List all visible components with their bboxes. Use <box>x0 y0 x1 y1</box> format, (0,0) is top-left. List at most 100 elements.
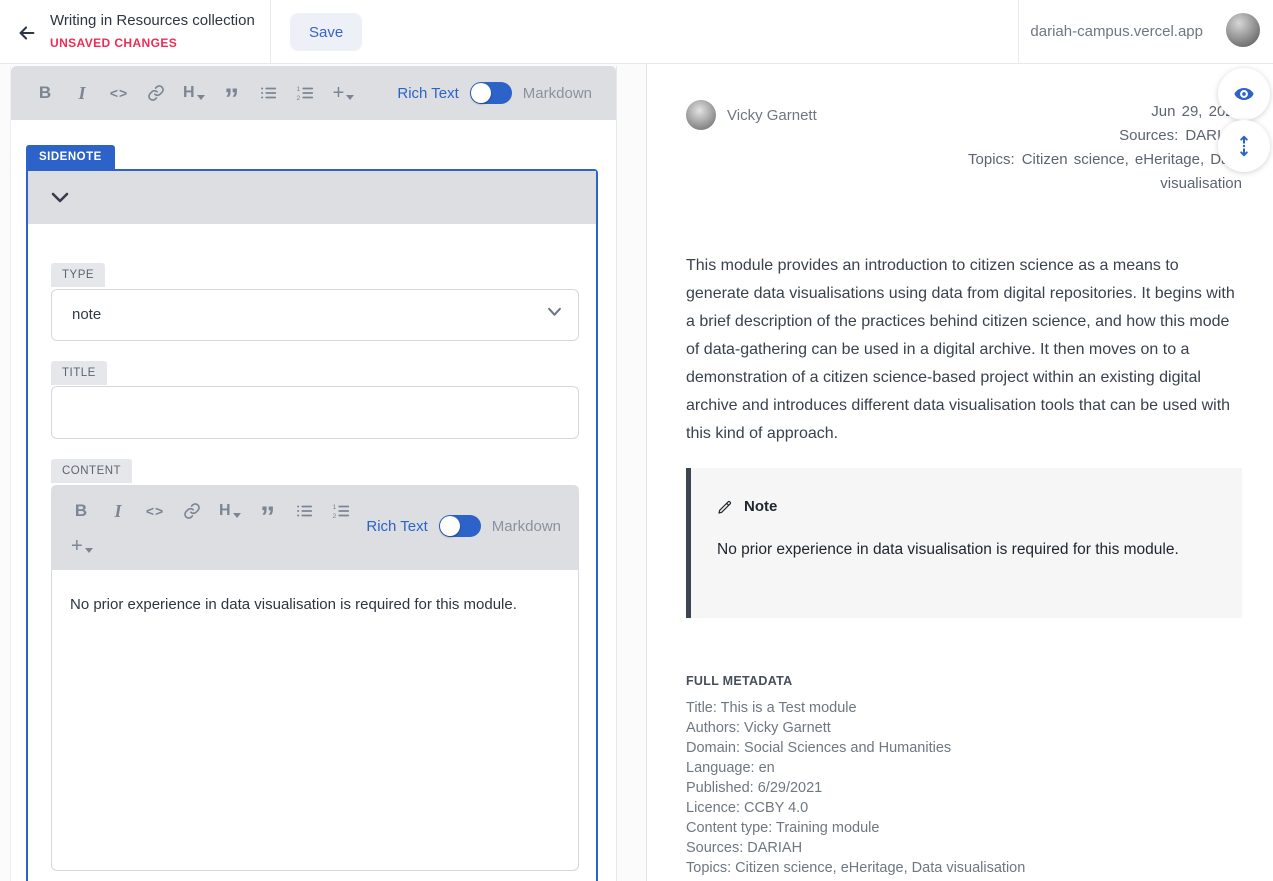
italic-button[interactable]: I <box>72 81 92 105</box>
toolbar-buttons-row: + <box>71 531 93 561</box>
pencil-icon <box>717 499 733 515</box>
editor-card: B I <> H ” 12 <box>10 66 617 881</box>
numbered-list-button[interactable]: 12 <box>332 499 352 523</box>
scroll-sync-button[interactable] <box>1218 120 1270 172</box>
metadata-row: Licence: CCBY 4.0 <box>686 798 1242 818</box>
metadata-row: Sources: DARIAH <box>686 838 1242 858</box>
metadata-row: Title: This is a Test module <box>686 698 1242 718</box>
topics-label: Topics: <box>968 151 1015 168</box>
body-editor-toolbar: B I <> H ” 12 <box>11 66 616 120</box>
preview-pane: Vicky Garnett Jun 29, 2021 Sources:DARIA… <box>648 64 1273 881</box>
heading-button[interactable]: H <box>219 499 241 523</box>
editor-mode-control: Rich Text Markdown <box>397 82 592 104</box>
metadata-heading: FULL METADATA <box>686 674 1242 688</box>
metadata-rows: Title: This is a Test module Authors: Vi… <box>686 698 1242 878</box>
metadata-row: Published: 6/29/2021 <box>686 778 1242 798</box>
toggle-knob <box>471 83 491 103</box>
markdown-label: Markdown <box>523 85 592 102</box>
sources-label: Sources: <box>1119 127 1178 144</box>
title-input[interactable] <box>51 386 579 439</box>
sidenote-widget-header[interactable] <box>28 171 596 224</box>
bulleted-list-button[interactable] <box>295 499 315 523</box>
bulleted-list-button[interactable] <box>259 81 279 105</box>
content-editor-area[interactable]: No prior experience in data visualisatio… <box>51 570 579 871</box>
type-field-label: TYPE <box>51 263 105 287</box>
unsaved-changes-badge: UNSAVED CHANGES <box>50 36 177 50</box>
metadata-row: Topics: Citizen science, eHeritage, Data… <box>686 858 1242 878</box>
numbered-list-button[interactable]: 12 <box>296 81 316 105</box>
toolbar-buttons-row: B I <> H ” <box>71 496 352 526</box>
metadata-row: Language: en <box>686 758 1242 778</box>
svg-text:2: 2 <box>333 513 337 520</box>
save-button[interactable]: Save <box>290 13 362 51</box>
svg-text:1: 1 <box>333 504 337 511</box>
full-metadata-section: FULL METADATA Title: This is a Test modu… <box>686 674 1242 878</box>
add-component-button[interactable]: + <box>333 81 355 105</box>
module-description: This module provides an introduction to … <box>686 252 1242 448</box>
metadata-row: Authors: Vicky Garnett <box>686 718 1242 738</box>
bold-button[interactable]: B <box>35 81 55 105</box>
metadata-row: Domain: Social Sciences and Humanities <box>686 738 1242 758</box>
app-window: Writing in Resources collection UNSAVED … <box>0 0 1273 881</box>
plus-glyph: + <box>333 82 345 105</box>
preview-meta: Jun 29, 2021 Sources:DARIAH Topics: Citiz… <box>897 100 1242 196</box>
quote-button[interactable]: ” <box>258 506 278 530</box>
topbar-divider-right <box>1018 0 1019 64</box>
note-body: No prior experience in data visualisatio… <box>717 539 1216 561</box>
italic-button[interactable]: I <box>108 499 128 523</box>
editor-pane: B I <> H ” 12 <box>0 64 647 881</box>
collapse-chevron-icon[interactable] <box>48 186 72 210</box>
plus-glyph: + <box>71 535 83 558</box>
eye-icon <box>1233 83 1255 105</box>
toolbar-buttons-row: B I <> H ” 12 <box>35 78 354 108</box>
topics-line: Topics: Citizen science, eHeritage, Data … <box>897 148 1242 196</box>
mode-toggle[interactable] <box>439 515 481 537</box>
content-editor-toolbar: B I <> H ” <box>51 485 579 570</box>
preview-header: Vicky Garnett Jun 29, 2021 Sources:DARIA… <box>686 100 1242 196</box>
caret-down-icon <box>233 513 241 518</box>
user-avatar[interactable] <box>1226 13 1260 47</box>
sidenote-widget-panel: TYPE note TITLE CONTENT B I <> <box>26 169 598 881</box>
type-select[interactable]: note <box>51 289 579 341</box>
type-select-value: note <box>72 290 101 340</box>
page-title: Writing in Resources collection <box>50 12 255 29</box>
code-button[interactable]: <> <box>145 499 165 523</box>
topbar-divider-left <box>270 0 271 64</box>
note-callout: Note No prior experience in data visuali… <box>686 468 1242 618</box>
toggle-knob <box>440 516 460 536</box>
editor-mode-control: Rich Text Markdown <box>366 515 561 537</box>
caret-down-icon <box>346 95 354 100</box>
add-component-button[interactable]: + <box>71 534 93 558</box>
topics-value: Citizen science, eHeritage, Data visuali… <box>1022 151 1242 192</box>
scroll-sync-icon <box>1233 135 1255 157</box>
title-field-label: TITLE <box>51 361 107 385</box>
heading-button[interactable]: H <box>183 81 205 105</box>
heading-glyph: H <box>219 502 231 520</box>
code-button[interactable]: <> <box>109 81 129 105</box>
link-button[interactable] <box>146 81 166 105</box>
quote-button[interactable]: ” <box>222 88 242 112</box>
markdown-label: Markdown <box>492 518 561 535</box>
svg-text:2: 2 <box>297 95 301 102</box>
preview-content: Vicky Garnett Jun 29, 2021 Sources:DARIA… <box>686 64 1242 878</box>
link-button[interactable] <box>182 499 202 523</box>
publish-date: Jun 29, 2021 <box>897 100 1242 124</box>
sources-line: Sources:DARIAH <box>897 124 1242 148</box>
back-arrow-icon <box>16 22 38 44</box>
note-title: Note <box>744 498 777 515</box>
top-bar: Writing in Resources collection UNSAVED … <box>0 0 1273 64</box>
note-title-row: Note <box>717 498 1216 515</box>
caret-down-icon <box>85 548 93 553</box>
metadata-row: Content type: Training module <box>686 818 1242 838</box>
bold-button[interactable]: B <box>71 499 91 523</box>
site-url-link[interactable]: dariah-campus.vercel.app <box>1030 23 1203 40</box>
sidenote-widget-tab: SIDENOTE <box>26 145 115 169</box>
toggle-preview-button[interactable] <box>1218 68 1270 120</box>
caret-down-icon <box>197 95 205 100</box>
rich-text-label: Rich Text <box>397 85 458 102</box>
back-button[interactable] <box>14 20 40 46</box>
mode-toggle[interactable] <box>470 82 512 104</box>
svg-text:1: 1 <box>297 86 301 93</box>
heading-glyph: H <box>183 84 195 102</box>
content-field-label: CONTENT <box>51 459 132 483</box>
